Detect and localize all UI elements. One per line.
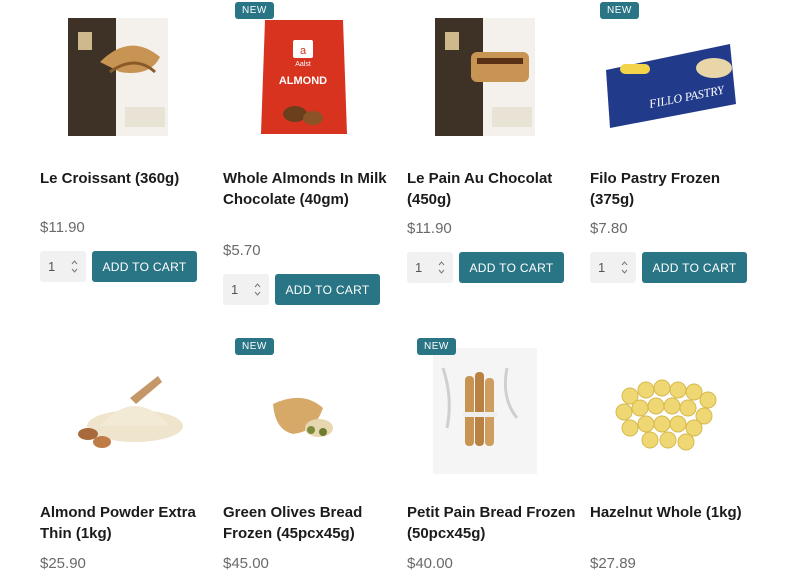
quantity-value: 1 [48, 259, 56, 274]
product-price: $45.00 [223, 555, 269, 572]
product-image-olive-bread[interactable]: NEW [223, 338, 393, 488]
product-title[interactable]: Filo Pastry Frozen (375g) [590, 168, 765, 210]
product-image-almond-powder[interactable] [40, 348, 210, 488]
add-to-cart-button[interactable]: ADD TO CART [275, 274, 380, 305]
stepper-arrows-icon[interactable] [438, 260, 445, 275]
quantity-value: 1 [231, 282, 239, 297]
product-title[interactable]: Petit Pain Bread Frozen (50pcx45g) [407, 502, 582, 544]
product-image-almonds[interactable]: a Aalst ALMOND NEW [223, 2, 393, 152]
new-badge: NEW [417, 338, 456, 355]
add-to-cart-button[interactable]: ADD TO CART [642, 252, 747, 283]
new-badge: NEW [600, 2, 639, 19]
stepper-arrows-icon[interactable] [621, 260, 628, 275]
product-image-petit-pain[interactable]: NEW [407, 338, 577, 488]
quantity-stepper[interactable]: 1 [40, 251, 86, 282]
product-image-pain-au-chocolat[interactable] [407, 12, 577, 152]
product-price: $27.89 [590, 555, 636, 572]
product-title[interactable]: Le Croissant (360g) [40, 168, 215, 189]
add-to-cart-button[interactable]: ADD TO CART [92, 251, 197, 282]
product-title[interactable]: Le Pain Au Chocolat (450g) [407, 168, 582, 210]
quantity-value: 1 [415, 260, 423, 275]
quantity-stepper[interactable]: 1 [407, 252, 453, 283]
svg-text:a: a [300, 45, 307, 57]
stepper-arrows-icon[interactable] [71, 259, 78, 274]
product-price: $5.70 [223, 242, 261, 259]
product-price: $25.90 [40, 555, 86, 572]
product-image-croissant[interactable] [40, 12, 210, 152]
product-title[interactable]: Green Olives Bread Frozen (45pcx45g) [223, 502, 398, 544]
product-price: $40.00 [407, 555, 453, 572]
product-image-hazelnut[interactable] [590, 348, 760, 488]
add-to-cart-button[interactable]: ADD TO CART [459, 252, 564, 283]
product-title[interactable]: Almond Powder Extra Thin (1kg) [40, 502, 215, 544]
product-price: $11.90 [407, 220, 452, 237]
product-title[interactable]: Whole Almonds In Milk Chocolate (40gm) [223, 168, 398, 210]
stepper-arrows-icon[interactable] [254, 282, 261, 297]
new-badge: NEW [235, 338, 274, 355]
quantity-stepper[interactable]: 1 [223, 274, 269, 305]
new-badge: NEW [235, 2, 274, 19]
quantity-stepper[interactable]: 1 [590, 252, 636, 283]
product-image-filo-pastry[interactable]: FILLO PASTRY NEW [590, 2, 760, 152]
product-price: $7.80 [590, 220, 628, 237]
product-title[interactable]: Hazelnut Whole (1kg) [590, 502, 765, 523]
pack-brand: Aalst [295, 61, 311, 68]
quantity-value: 1 [598, 260, 606, 275]
product-price: $11.90 [40, 219, 85, 236]
pack-label: ALMOND [279, 75, 327, 87]
